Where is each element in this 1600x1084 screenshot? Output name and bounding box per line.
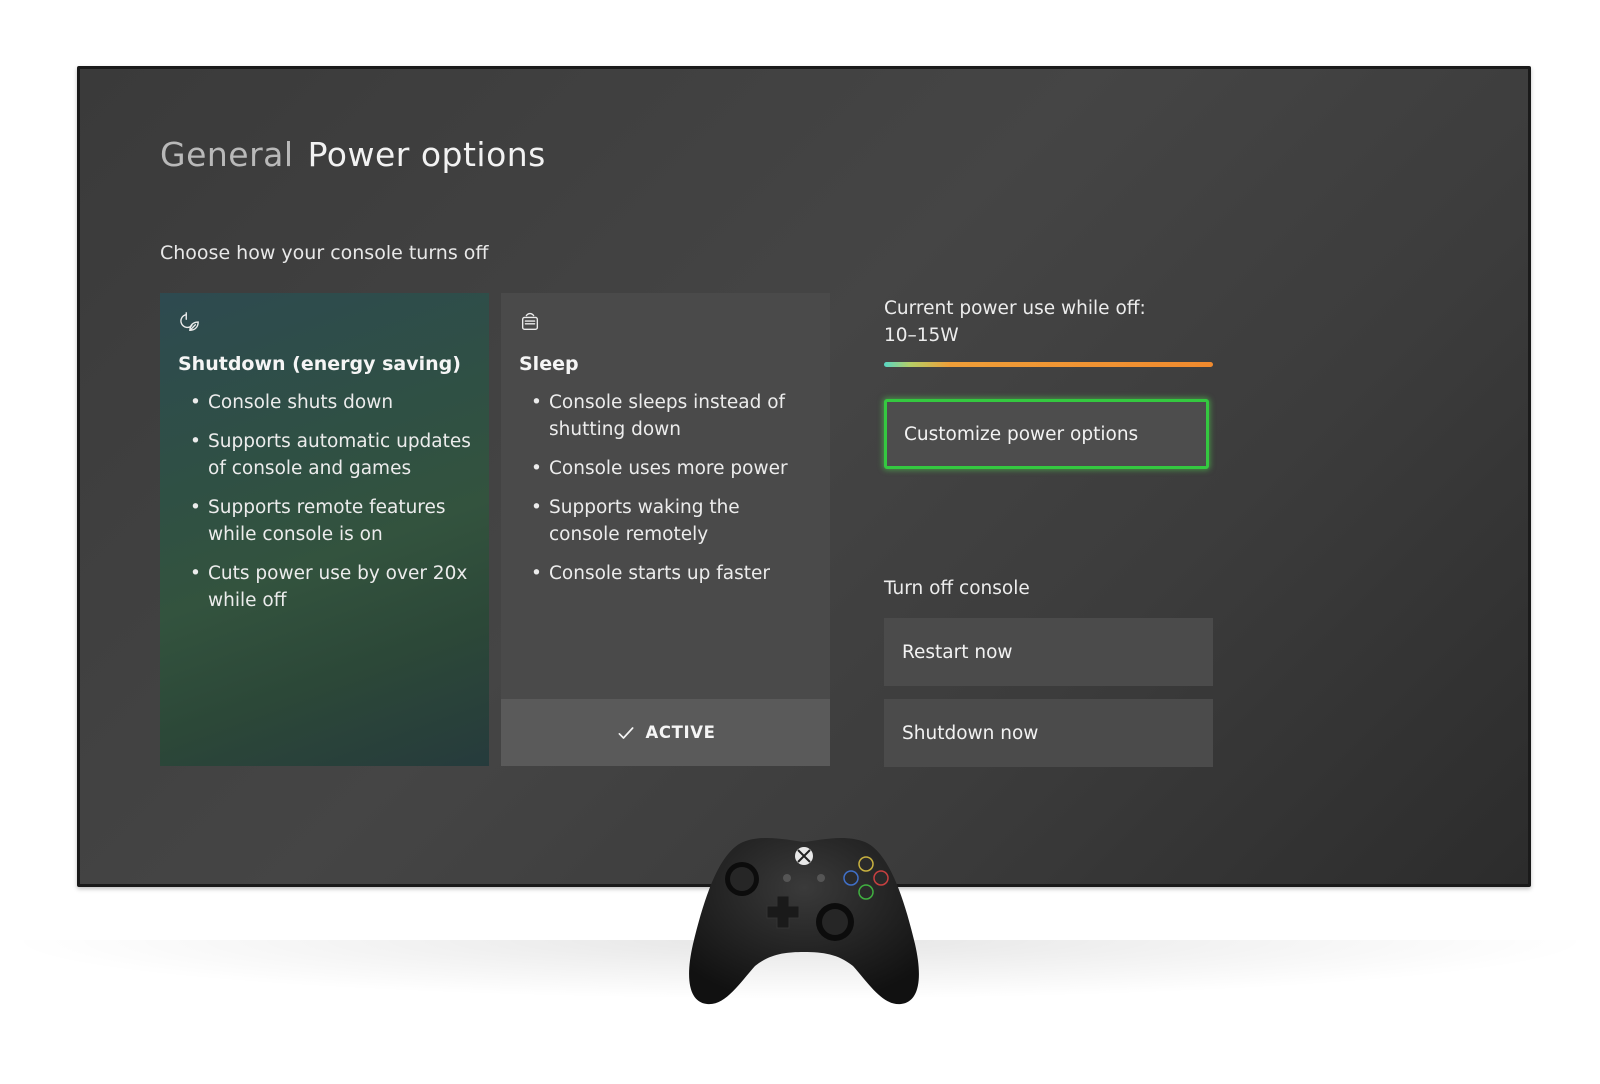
turn-off-heading: Turn off console bbox=[884, 578, 1030, 599]
xbox-controller-icon bbox=[689, 837, 919, 1005]
page-title-text: Power options bbox=[307, 135, 546, 174]
power-use-bar bbox=[884, 362, 1213, 367]
restart-now-button[interactable]: Restart now bbox=[884, 618, 1213, 686]
list-item: Console uses more power bbox=[531, 455, 812, 482]
power-use-bar-fill bbox=[884, 362, 1213, 367]
sleep-card-title: Sleep bbox=[519, 353, 579, 375]
power-use-value: 10–15W bbox=[884, 325, 959, 346]
sleep-console-icon bbox=[519, 311, 541, 333]
power-use-info: Current power use while off: 10–15W bbox=[884, 295, 1146, 349]
shutdown-now-button[interactable]: Shutdown now bbox=[884, 699, 1213, 767]
breadcrumb-general[interactable]: General bbox=[160, 135, 294, 174]
shutdown-feature-list: Console shuts down Supports automatic up… bbox=[178, 389, 471, 614]
list-item: Supports automatic updates of console an… bbox=[190, 428, 471, 482]
sleep-option-card[interactable]: Sleep Console sleeps instead of shutting… bbox=[501, 293, 830, 766]
active-status-label: ACTIVE bbox=[645, 723, 716, 742]
tv-frame: General Power options Choose how your con… bbox=[77, 66, 1531, 887]
list-item: Supports waking the console remotely bbox=[531, 494, 812, 548]
list-item: Console sleeps instead of shutting down bbox=[531, 389, 812, 443]
list-item: Cuts power use by over 20x while off bbox=[190, 560, 471, 614]
shutdown-option-card[interactable]: Shutdown (energy saving) Console shuts d… bbox=[160, 293, 489, 766]
customize-power-options-button[interactable]: Customize power options bbox=[884, 399, 1209, 469]
power-use-label: Current power use while off: bbox=[884, 298, 1146, 319]
list-item: Console shuts down bbox=[190, 389, 471, 416]
shutdown-card-title: Shutdown (energy saving) bbox=[178, 353, 461, 375]
marketing-stage: General Power options Choose how your con… bbox=[0, 0, 1600, 1084]
checkmark-icon bbox=[618, 726, 634, 739]
list-item: Supports remote features while console i… bbox=[190, 494, 471, 548]
sleep-feature-list: Console sleeps instead of shutting down … bbox=[519, 389, 812, 587]
sleep-active-status: ACTIVE bbox=[501, 699, 830, 766]
page-title: General Power options bbox=[160, 135, 546, 174]
section-subtitle: Choose how your console turns off bbox=[160, 242, 489, 264]
power-leaf-icon bbox=[178, 311, 200, 333]
tv-screen: General Power options Choose how your con… bbox=[80, 69, 1528, 884]
list-item: Console starts up faster bbox=[531, 560, 812, 587]
